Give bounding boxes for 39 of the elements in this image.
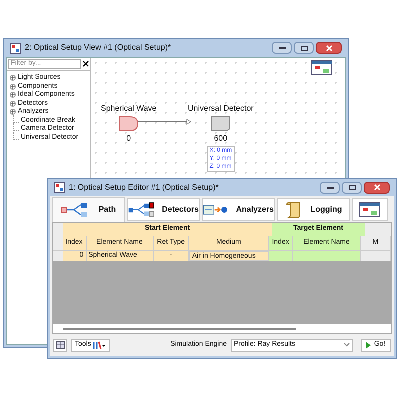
expander-icon[interactable] — [10, 100, 16, 107]
view-button[interactable] — [53, 338, 67, 352]
tab[interactable]: Detectors — [127, 198, 200, 221]
minimize-button[interactable] — [272, 42, 292, 54]
expander-icon[interactable] — [10, 92, 16, 98]
window-icon — [10, 42, 21, 54]
light-source-node[interactable] — [118, 116, 139, 132]
clear-icon[interactable] — [83, 61, 89, 67]
window-settings-icon — [311, 60, 333, 76]
window-settings-icon — [359, 202, 381, 218]
branch-icon — [128, 202, 154, 218]
tab[interactable]: Analyzers — [202, 198, 275, 221]
node-label: Universal Detector — [188, 103, 254, 115]
window-title: 2: Optical Setup View #1 (Optical Setup)* — [25, 42, 172, 54]
close-button[interactable] — [316, 42, 342, 54]
close-button[interactable] — [364, 182, 390, 194]
minimize-button[interactable] — [320, 182, 340, 194]
grid-icon — [56, 341, 64, 349]
scrollbar[interactable] — [63, 328, 296, 330]
window-title: 1: Optical Setup Editor #1 (Optical Setup)* — [69, 182, 220, 194]
node-index: 600 — [214, 133, 228, 145]
expander-icon[interactable] — [10, 109, 16, 116]
close-icon — [374, 184, 380, 191]
maximize-button[interactable] — [342, 182, 362, 194]
detector-node[interactable] — [210, 116, 231, 132]
window-icon — [54, 182, 65, 193]
tab[interactable]: Logging — [277, 198, 350, 221]
expander-icon[interactable] — [10, 84, 16, 90]
tab[interactable]: Path — [52, 197, 125, 222]
maximize-button[interactable] — [294, 42, 314, 54]
tab[interactable] — [352, 198, 388, 221]
scroll-icon — [284, 200, 303, 218]
node-label: Spherical Wave — [101, 103, 157, 115]
node-index: 0 — [126, 133, 132, 145]
chevron-down-icon — [344, 343, 350, 347]
tools-icon — [93, 340, 106, 350]
close-icon — [326, 44, 332, 52]
play-icon — [366, 342, 372, 348]
expander-icon[interactable] — [10, 75, 16, 82]
